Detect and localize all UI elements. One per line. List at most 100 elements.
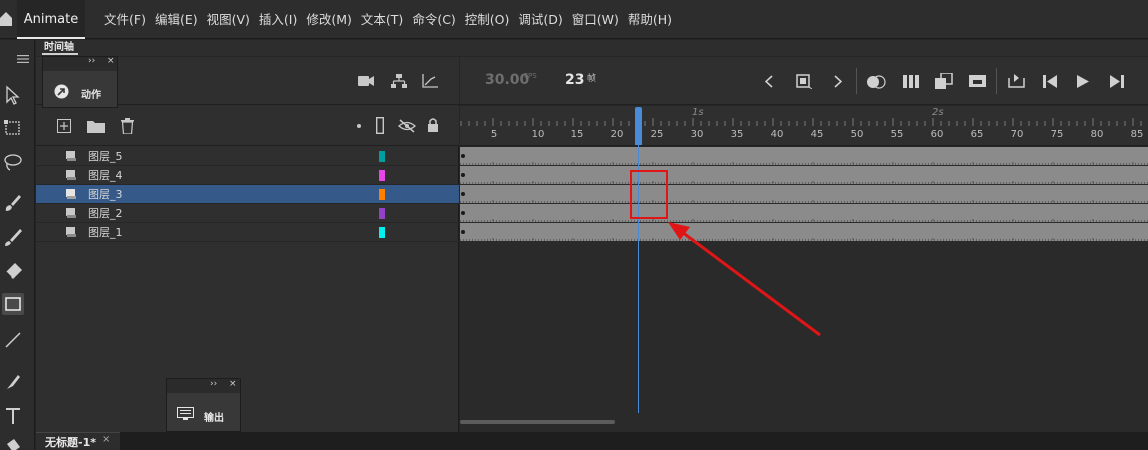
menu-item-insert[interactable]: 插入(I): [255, 0, 301, 39]
horizontal-scrollbar[interactable]: [460, 420, 615, 424]
menu-item-view[interactable]: 视图(V): [203, 0, 254, 39]
ruler-number: 45: [810, 129, 824, 140]
play-icon[interactable]: [1077, 75, 1089, 88]
new-layer-icon[interactable]: [57, 119, 71, 133]
layer-row[interactable]: 图层_1: [36, 223, 459, 242]
ruler-second-label: 1s: [692, 107, 704, 118]
lasso-tool-icon[interactable]: [2, 151, 24, 173]
close-icon[interactable]: ×: [102, 434, 110, 445]
ruler-number: 80: [1090, 129, 1104, 140]
outline-icon[interactable]: [376, 117, 384, 134]
step-forward-icon[interactable]: [1110, 75, 1124, 88]
toolbar-divider: [996, 68, 997, 94]
fps-value[interactable]: 30.00: [485, 72, 529, 88]
layer-name: 图层_4: [88, 169, 123, 182]
close-icon[interactable]: ×: [107, 56, 115, 66]
fps-unit: FPS: [524, 72, 537, 80]
home-icon[interactable]: [0, 12, 12, 26]
layer-icon: [66, 170, 76, 180]
free-transform-tool-icon[interactable]: [2, 117, 24, 139]
menu-item-window[interactable]: 窗口(W): [568, 0, 623, 39]
step-back-icon[interactable]: [1043, 75, 1057, 88]
menu-item-modify[interactable]: 修改(M): [302, 0, 356, 39]
layer-color-swatch[interactable]: [379, 208, 385, 219]
collapse-icon[interactable]: ››: [88, 56, 95, 66]
layer-row[interactable]: 图层_4: [36, 166, 459, 185]
ruler-number: 35: [730, 129, 744, 140]
menu-item-commands[interactable]: 命令(C): [408, 0, 459, 39]
actions-arrow-icon: [54, 84, 69, 99]
ruler-number: 65: [970, 129, 984, 140]
ruler-number: 25: [650, 129, 664, 140]
text-tool-icon[interactable]: [2, 405, 24, 427]
ruler-number: 10: [531, 129, 545, 140]
ruler-number: 85: [1130, 129, 1144, 140]
menu-item-control[interactable]: 控制(O): [461, 0, 514, 39]
graph-icon[interactable]: [422, 74, 438, 88]
layer-row[interactable]: 图层_2: [36, 204, 459, 223]
monitor-icon: [177, 407, 194, 420]
ruler-second-label: 2s: [932, 107, 944, 118]
chevron-right-icon[interactable]: [834, 75, 842, 88]
actions-panel[interactable]: ›› × 动作: [42, 56, 118, 108]
camera-icon[interactable]: [358, 75, 374, 87]
app-tab[interactable]: Animate: [17, 0, 85, 39]
menu-item-file[interactable]: 文件(F): [100, 0, 150, 39]
layer-row-selected[interactable]: 图层_3: [36, 185, 459, 204]
rectangle-tool-icon[interactable]: [2, 293, 24, 315]
menu-item-debug[interactable]: 调试(D): [514, 0, 566, 39]
menu-items: 文件(F) 编辑(E) 视图(V) 插入(I) 修改(M) 文本(T) 命令(C…: [100, 0, 677, 39]
ruler-number: 60: [930, 129, 944, 140]
edit-multiple-frames-icon[interactable]: [903, 74, 919, 89]
pen-tool-icon[interactable]: [2, 371, 24, 393]
paint-bucket-tool-icon[interactable]: [2, 437, 24, 450]
ruler-number: 70: [1010, 129, 1024, 140]
panel-tab-underline: [42, 53, 78, 55]
loop-icon[interactable]: [1008, 74, 1025, 88]
insert-keyframe-icon[interactable]: [935, 73, 953, 90]
output-panel[interactable]: ›› × 输出: [166, 378, 241, 432]
paint-brush-tool-icon[interactable]: [2, 192, 24, 214]
layer-icon: [66, 189, 76, 199]
layer-row[interactable]: 图层_5: [36, 147, 459, 166]
panel-menu-icon[interactable]: [17, 54, 29, 64]
highlight-dot-icon[interactable]: [357, 124, 361, 128]
ruler-number: 50: [850, 129, 864, 140]
frame-ruler[interactable]: [460, 106, 1148, 146]
layer-color-swatch[interactable]: [379, 170, 385, 181]
actions-panel-header[interactable]: [43, 57, 117, 71]
layer-color-swatch[interactable]: [379, 227, 385, 238]
center-frame-icon[interactable]: [796, 74, 812, 89]
playhead-handle[interactable]: [635, 107, 642, 145]
menu-item-help[interactable]: 帮助(H): [624, 0, 676, 39]
insert-frame-icon[interactable]: [969, 74, 986, 88]
visibility-eye-off-icon[interactable]: [398, 119, 416, 133]
tools-panel: [0, 40, 35, 450]
close-icon[interactable]: ×: [229, 379, 237, 389]
menu-item-text[interactable]: 文本(T): [357, 0, 407, 39]
document-title: 无标题-1*: [45, 436, 96, 449]
layer-hierarchy-icon[interactable]: [391, 73, 407, 89]
frame-unit: 帧: [587, 74, 597, 84]
lock-icon[interactable]: [427, 117, 439, 133]
selection-tool-icon[interactable]: [2, 84, 24, 106]
delete-trash-icon[interactable]: [121, 118, 134, 134]
output-panel-label: 输出: [204, 413, 224, 424]
line-tool-icon[interactable]: [2, 329, 24, 351]
chevron-left-icon[interactable]: [765, 75, 773, 88]
onion-skin-icon[interactable]: [866, 75, 886, 89]
brush-tool-icon[interactable]: [2, 226, 24, 248]
ruler-number: 55: [890, 129, 904, 140]
layer-color-swatch[interactable]: [379, 151, 385, 162]
menu-item-edit[interactable]: 编辑(E): [151, 0, 202, 39]
layer-icon: [66, 151, 76, 161]
layer-color-swatch[interactable]: [379, 189, 385, 200]
current-frame-value[interactable]: 23: [565, 72, 584, 88]
collapse-icon[interactable]: ››: [210, 379, 217, 389]
new-folder-icon[interactable]: [87, 119, 105, 133]
ruler-number: 75: [1050, 129, 1064, 140]
eraser-tool-icon[interactable]: [2, 260, 24, 282]
annotation-arrow-icon: [668, 222, 821, 337]
ruler-ticks: [460, 118, 1142, 126]
timeline-panel-tab[interactable]: 时间轴: [36, 40, 1148, 56]
